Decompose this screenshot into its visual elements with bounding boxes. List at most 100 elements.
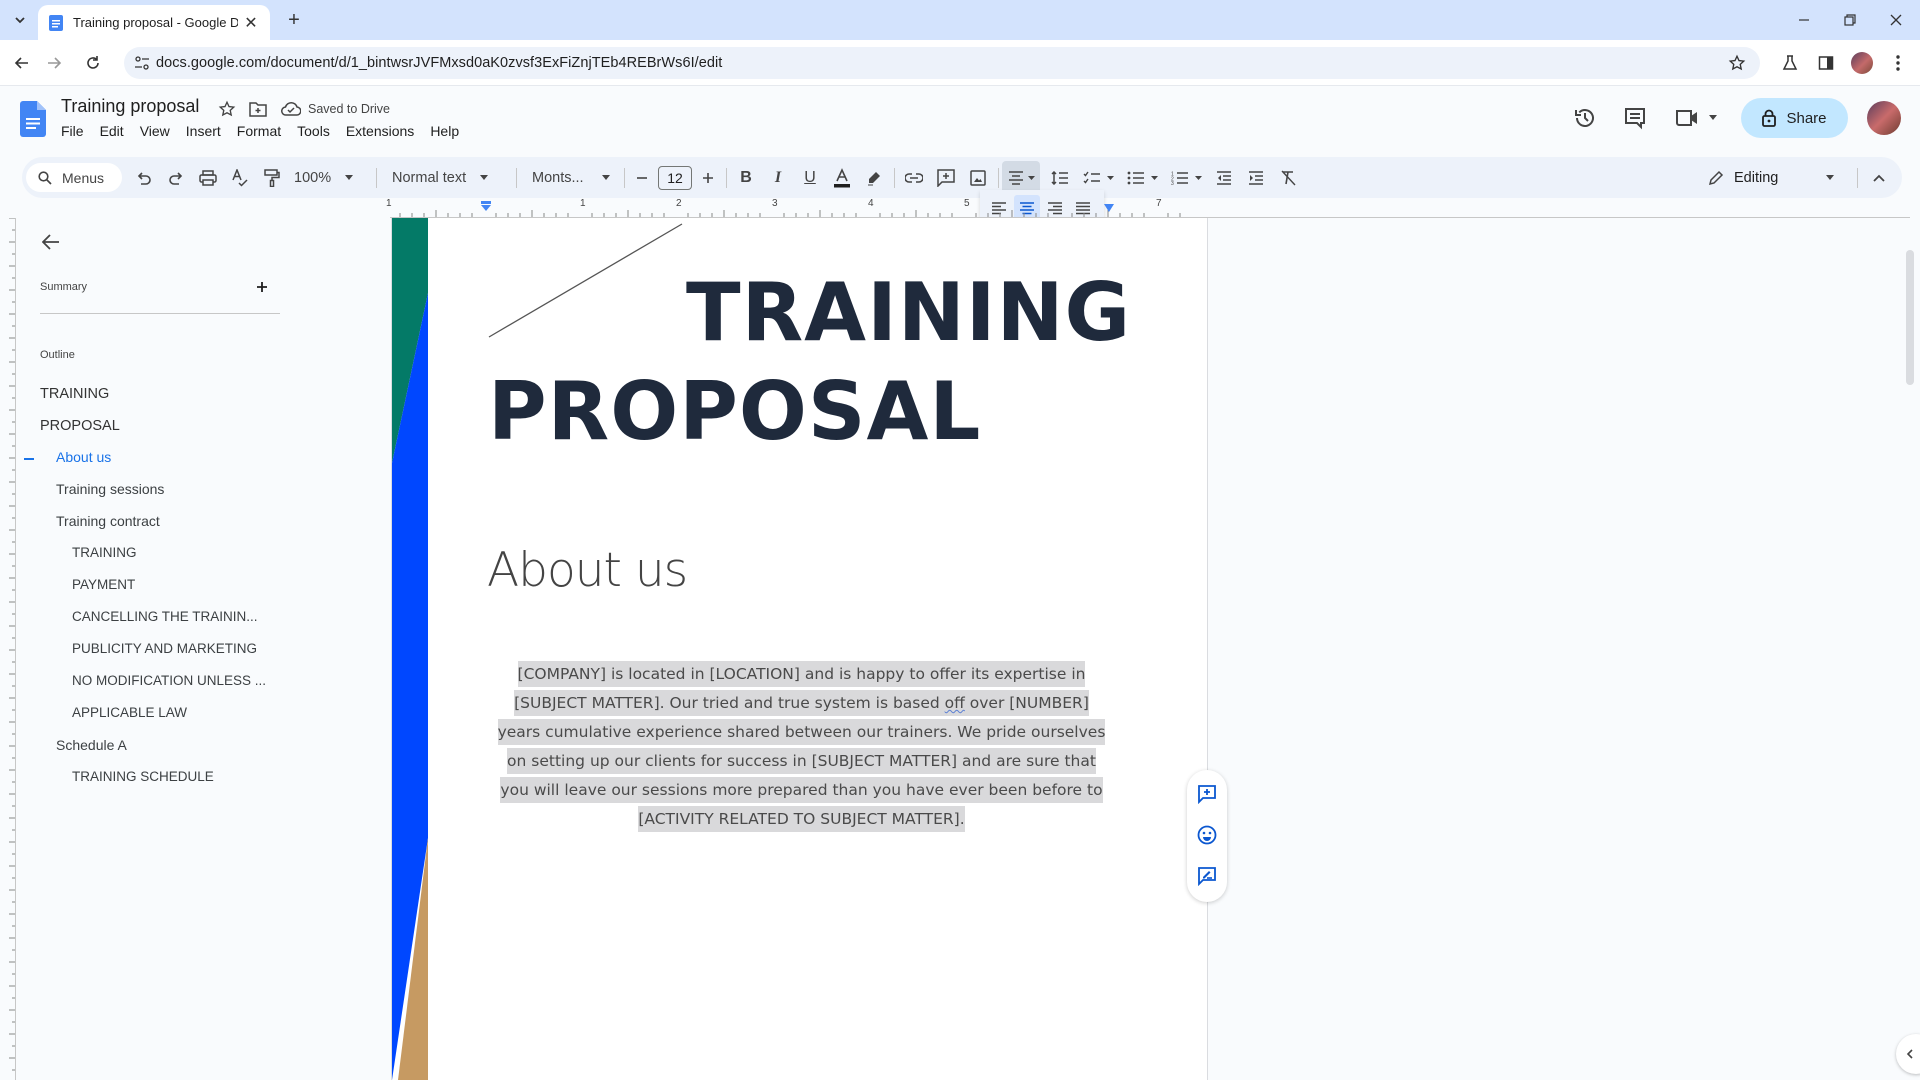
document-title[interactable]: Training proposal xyxy=(61,96,199,117)
underline-icon: U xyxy=(804,168,816,186)
star-icon[interactable] xyxy=(218,100,236,118)
font-size-input[interactable]: 12 xyxy=(658,157,692,198)
outline-item[interactable]: TRAINING xyxy=(72,545,137,560)
outline-item[interactable]: PAYMENT xyxy=(72,577,135,592)
outline-item[interactable]: Training sessions xyxy=(56,481,164,497)
outline-item[interactable]: TRAINING SCHEDULE xyxy=(72,769,214,784)
menu-insert[interactable]: Insert xyxy=(186,123,229,139)
decrease-font-size-button[interactable] xyxy=(630,157,654,198)
paragraph-line: [COMPANY] is located in [LOCATION] and i… xyxy=(517,661,1086,687)
dropdown-arrow-icon xyxy=(1709,115,1717,120)
close-window-button[interactable] xyxy=(1876,6,1916,34)
bold-button[interactable]: B xyxy=(732,157,760,198)
grammar-suggestion[interactable]: off xyxy=(945,694,965,712)
outline-item[interactable]: Training contract xyxy=(56,513,160,529)
outline-item[interactable]: Schedule A xyxy=(56,737,127,753)
zoom-select[interactable]: 100% xyxy=(290,157,370,198)
outline-item[interactable]: TRAINING xyxy=(40,386,109,402)
hide-menus-button[interactable] xyxy=(1864,157,1894,198)
show-side-panel-button[interactable] xyxy=(1896,1034,1920,1074)
right-indent-marker-icon[interactable] xyxy=(1103,204,1115,213)
add-summary-icon[interactable] xyxy=(256,281,268,293)
decrease-indent-button[interactable] xyxy=(1210,157,1238,198)
left-indent-marker-icon[interactable] xyxy=(480,201,492,213)
side-panel-button[interactable] xyxy=(1812,49,1840,77)
paragraph-line: you will leave our sessions more prepare… xyxy=(500,777,1103,803)
vertical-ruler[interactable] xyxy=(0,218,16,1080)
suggest-edits-icon[interactable] xyxy=(1197,866,1217,886)
add-comment-button[interactable] xyxy=(932,157,960,198)
restore-button[interactable] xyxy=(1830,6,1870,34)
browser-menu-button[interactable] xyxy=(1884,49,1912,77)
arrow-left-icon xyxy=(14,57,28,69)
reload-button[interactable] xyxy=(79,49,107,77)
menu-file[interactable]: File xyxy=(61,123,92,139)
italic-icon: I xyxy=(774,168,782,186)
spellcheck-button[interactable] xyxy=(226,157,254,198)
menu-format[interactable]: Format xyxy=(237,123,289,139)
forward-button[interactable] xyxy=(40,49,68,77)
line-spacing-icon xyxy=(1051,170,1068,185)
font-size-value: 12 xyxy=(658,165,692,190)
menu-edit[interactable]: Edit xyxy=(100,123,132,139)
plus-icon xyxy=(703,172,713,183)
document-page[interactable]: TRAINING PROPOSAL About us [COMPANY] is … xyxy=(391,218,1208,1080)
italic-button[interactable]: I xyxy=(764,157,792,198)
back-arrow-icon[interactable] xyxy=(42,234,60,250)
editing-mode-select[interactable]: Editing xyxy=(1708,157,1848,198)
labs-button[interactable] xyxy=(1776,49,1804,77)
horizontal-ruler[interactable]: 1 1 2 3 4 5 7 xyxy=(0,198,1920,218)
minimize-button[interactable] xyxy=(1784,6,1824,34)
cloud-done-icon[interactable] xyxy=(281,101,301,116)
tab-search-button[interactable] xyxy=(8,8,32,32)
font-family-select[interactable]: Monts... xyxy=(522,157,620,198)
new-tab-button[interactable]: + xyxy=(282,8,306,32)
underline-button[interactable]: U xyxy=(796,157,824,198)
undo-button[interactable] xyxy=(130,157,158,198)
insert-link-button[interactable] xyxy=(900,157,928,198)
comments-icon[interactable] xyxy=(1623,106,1647,130)
share-label: Share xyxy=(1786,109,1827,127)
bookmark-star-icon[interactable] xyxy=(1728,54,1746,72)
print-button[interactable] xyxy=(194,157,222,198)
menu-extensions[interactable]: Extensions xyxy=(346,123,422,139)
outline-item[interactable]: NO MODIFICATION UNLESS ... xyxy=(72,673,266,688)
add-comment-icon[interactable] xyxy=(1197,784,1217,804)
version-history-icon[interactable] xyxy=(1573,106,1597,130)
google-docs-logo-icon[interactable] xyxy=(20,101,46,137)
share-button[interactable]: Share xyxy=(1741,98,1848,138)
outline-item[interactable]: PROPOSAL xyxy=(40,418,120,434)
menu-tools[interactable]: Tools xyxy=(297,123,338,139)
numbered-list-button[interactable]: 123 xyxy=(1166,157,1206,198)
profile-avatar-button[interactable] xyxy=(1848,49,1876,77)
paragraph-style-select[interactable]: Normal text xyxy=(382,157,510,198)
menu-view[interactable]: View xyxy=(140,123,178,139)
back-button[interactable] xyxy=(8,49,36,77)
search-menus-button[interactable]: Menus xyxy=(26,163,122,192)
outline-item[interactable]: PUBLICITY AND MARKETING xyxy=(72,641,257,656)
browser-tab-active[interactable]: Training proposal - Google Docs ✕ xyxy=(38,5,270,40)
redo-button[interactable] xyxy=(162,157,190,198)
highlight-color-button[interactable] xyxy=(860,157,888,198)
about-us-paragraph[interactable]: [COMPANY] is located in [LOCATION] and i… xyxy=(489,660,1114,834)
emoji-reaction-icon[interactable] xyxy=(1197,825,1217,845)
address-bar[interactable]: docs.google.com/document/d/1_bintwsrJVFM… xyxy=(124,47,1760,79)
move-folder-icon[interactable] xyxy=(249,101,267,117)
pencil-icon xyxy=(1708,170,1724,185)
clear-formatting-button[interactable] xyxy=(1274,157,1302,198)
outline-item[interactable]: CANCELLING THE TRAININ... xyxy=(72,609,258,624)
video-camera-icon xyxy=(1676,110,1697,126)
increase-font-size-button[interactable] xyxy=(696,157,720,198)
account-avatar[interactable] xyxy=(1867,101,1901,135)
text-color-button[interactable] xyxy=(828,157,856,198)
meet-button[interactable] xyxy=(1675,104,1721,132)
outline-item-active[interactable]: About us xyxy=(56,449,111,465)
menu-help[interactable]: Help xyxy=(430,123,467,139)
tab-close-icon[interactable]: ✕ xyxy=(242,13,260,33)
paint-format-button[interactable] xyxy=(258,157,286,198)
outline-item[interactable]: APPLICABLE LAW xyxy=(72,705,187,720)
increase-indent-button[interactable] xyxy=(1242,157,1270,198)
bulleted-list-button[interactable] xyxy=(1122,157,1162,198)
lock-icon xyxy=(1762,109,1777,127)
vertical-scrollbar-thumb[interactable] xyxy=(1906,250,1914,385)
